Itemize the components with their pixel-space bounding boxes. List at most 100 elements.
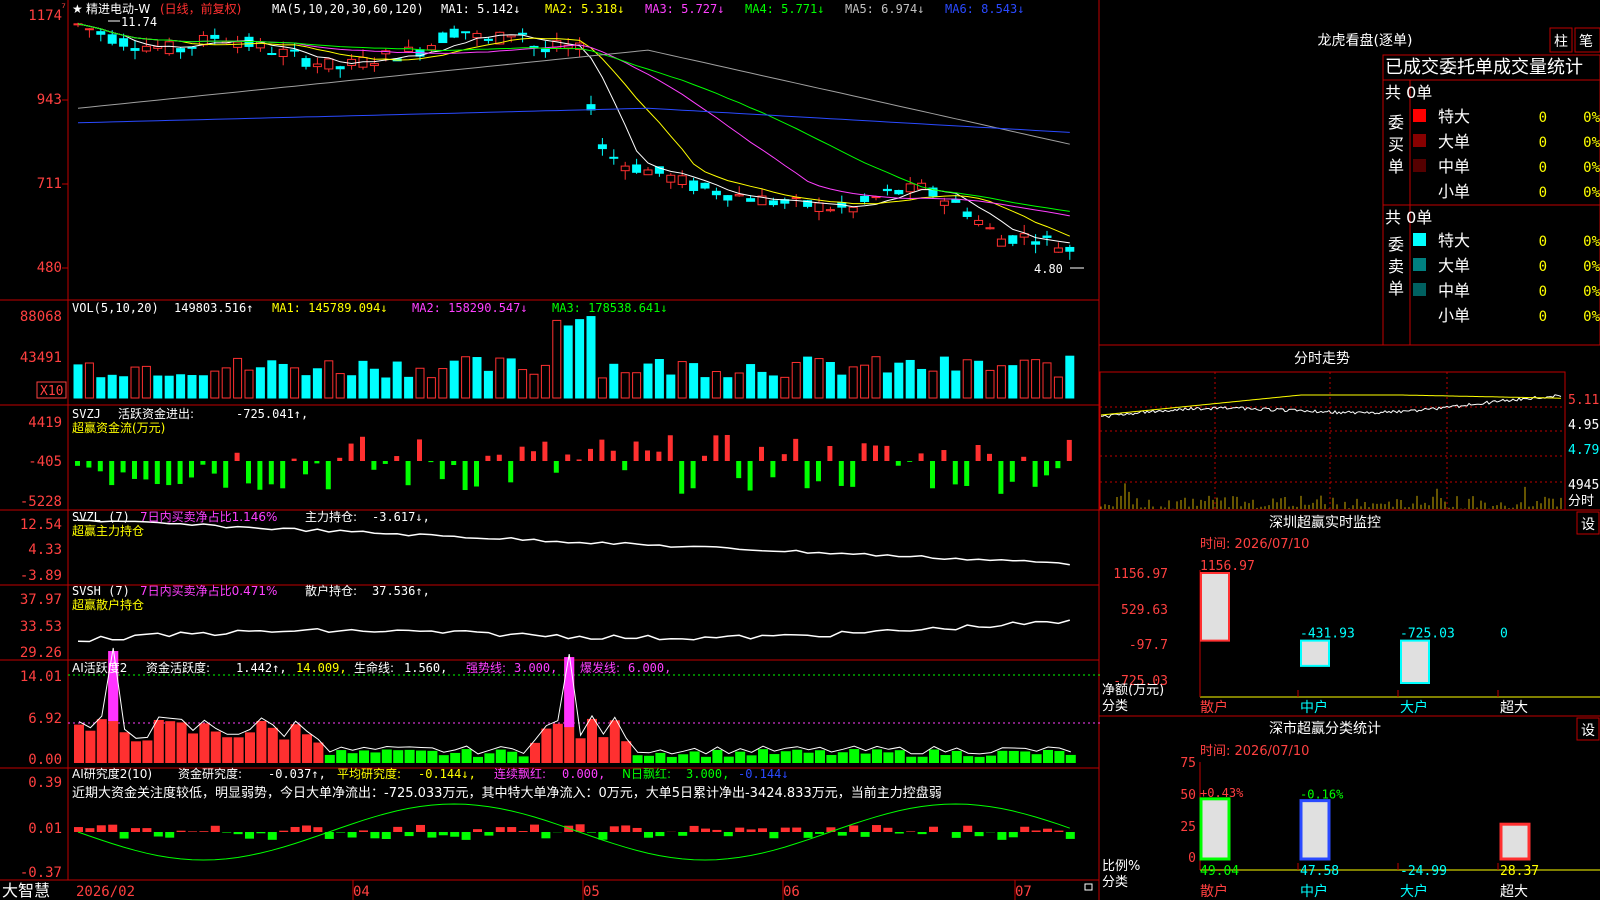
research-bar	[96, 825, 106, 832]
fund-bar	[143, 461, 149, 480]
research-bar	[849, 825, 859, 832]
volume-bar	[609, 363, 619, 399]
classify-category: 大户	[1400, 883, 1428, 900]
classify-bars[interactable]: 49.04 +0.43% 散户 47.58 -0.16% 中户 -24.99 大户 28.37 超…	[1199, 786, 1539, 900]
svzj-label: 活跃资金进出:	[118, 406, 194, 421]
row-name: 大单	[1438, 132, 1470, 151]
volume-bar	[529, 373, 539, 399]
volume-bar	[985, 369, 995, 399]
active-bar	[324, 754, 335, 763]
monitor-value-label: 0	[1500, 627, 1508, 642]
classify-settings-label[interactable]: 设	[1581, 723, 1595, 739]
volume-bar	[369, 368, 379, 399]
research-bar	[1043, 828, 1052, 832]
monitor-bars[interactable]: 1156.97 散户 -431.93 中户 -725.03 大户 0 超大	[1200, 559, 1528, 716]
intraday-panel[interactable]: 分时走势 5.110 4.950 4.790 4945 分时	[1100, 351, 1600, 509]
research-bar	[883, 827, 893, 832]
row-swatch	[1413, 159, 1426, 172]
row-qty: 0	[1539, 234, 1547, 250]
svsh-panel[interactable]: SVSH (7) 7日内买卖净占比0.471% 散户持仓: 37.536↑, 超…	[20, 583, 1071, 661]
price-panel[interactable]: ★ 精进电动-W (日线，前复权) MA(5,10,20,30,60,120) …	[28, 1, 1084, 276]
ai-research-panel[interactable]: AI研究度2(10) 资金研究度: -0.037↑, 平均研究度: -0.144…	[20, 766, 1075, 881]
research-bar	[461, 832, 471, 840]
volume-bar	[768, 375, 778, 399]
candle	[677, 175, 687, 186]
volume-bar	[198, 375, 208, 399]
volume-bar	[746, 364, 756, 399]
volume-bar	[894, 362, 904, 399]
active-bar	[473, 756, 483, 763]
classify-panel[interactable]: 深市超赢分类统计 设 时间: 2026/07/10 75 50 25 0 比例%…	[1102, 717, 1600, 900]
fund-bar	[838, 461, 844, 486]
fund-bar	[223, 461, 229, 488]
active-bar	[621, 741, 632, 763]
monitor-value-label: 1156.97	[1200, 559, 1255, 574]
active-bar	[290, 724, 301, 763]
fund-bar	[474, 461, 479, 487]
volume-bar	[164, 375, 174, 399]
volume-bar	[677, 361, 687, 399]
research-bar	[678, 832, 688, 836]
active-bar	[986, 755, 996, 763]
active-bar	[940, 755, 951, 763]
research-label: 资金研究度:	[178, 766, 242, 781]
active-bar	[85, 730, 96, 763]
candle	[894, 189, 904, 195]
active-bar	[74, 724, 84, 763]
star-icon[interactable]: ★	[72, 2, 83, 16]
fund-bar	[679, 461, 685, 494]
ai-active-panel[interactable]: AI活跃度2 资金活跃度: 1.442↑, 14.009, 生命线: 1.560…	[20, 647, 1100, 768]
candle	[141, 45, 151, 52]
active-bar	[1031, 754, 1042, 763]
research-bar	[963, 825, 973, 832]
stock-title[interactable]: 精进电动-W	[86, 2, 150, 16]
fund-bar	[97, 461, 103, 472]
volume-bar	[324, 360, 334, 399]
volume-bar	[689, 363, 699, 399]
fund-bar	[747, 461, 753, 491]
svzl-value: -3.617↓,	[372, 510, 430, 524]
svzj-header: SVZJ	[72, 407, 101, 421]
realtime-monitor-panel[interactable]: 深圳超赢实时监控 设 时间: 2026/07/10 1156.97 529.63…	[1102, 511, 1600, 716]
active-bar	[849, 749, 860, 763]
fund-bar	[656, 451, 662, 461]
svzl-panel[interactable]: SVZL (7) 7日内买卖净占比1.146% 主力持仓: -3.617↓, 超…	[20, 509, 1070, 584]
volume-panel[interactable]: VOL(5,10,20) 149803.516↑ MA1: 145789.094…	[20, 301, 1075, 399]
research-comment: 近期大资金关注度较低，明显弱势，今日大单净流出：-725.033万元，其中特大单…	[72, 785, 942, 801]
fund-bar	[565, 454, 571, 461]
research-bar	[176, 830, 186, 832]
intraday-avg-line	[1100, 394, 1561, 416]
research-bar	[1054, 830, 1064, 832]
chart-mode[interactable]: (日线，前复权)	[160, 1, 241, 16]
svzj-panel[interactable]: SVZJ 活跃资金进出: -725.041↑, 超赢资金流(万元) 4419 -…	[20, 406, 1072, 510]
research-bar	[131, 828, 140, 832]
svzl-label2: 主力持仓:	[305, 509, 357, 524]
active-bar	[917, 756, 928, 763]
fund-bar	[417, 439, 422, 461]
ai-tick: 14.01	[20, 669, 62, 685]
svzl-header: SVZL (7)	[72, 510, 130, 524]
row-swatch	[1413, 258, 1426, 271]
active-bar	[450, 752, 461, 763]
active-bar	[176, 722, 187, 763]
row-swatch	[1413, 109, 1426, 122]
candlestick-series[interactable]	[73, 22, 1075, 260]
bar-mode-label[interactable]: 柱	[1554, 34, 1568, 50]
volume-bar	[996, 365, 1006, 399]
dragon-tiger-panel[interactable]: 龙虎看盘(逐单) 柱 笔 已成交委托单成交量统计 共 0单 共 0单 委买单 委…	[1318, 27, 1600, 325]
row-pct: 0%	[1583, 284, 1600, 300]
research-bar	[507, 827, 517, 832]
tick-mode-label[interactable]: 笔	[1579, 34, 1593, 50]
classify-value-label: -24.99	[1400, 864, 1447, 879]
research-v5: -0.144↓	[738, 767, 789, 781]
monitor-settings-label[interactable]: 设	[1581, 517, 1595, 533]
research-bar	[769, 832, 779, 839]
active-bar	[963, 756, 974, 763]
buy-rows: 特大 0 0% 大单 0 0% 中单 0 0% 小单 0 0%	[1413, 107, 1600, 201]
lock-icon[interactable]	[1084, 883, 1093, 891]
min-price-marker: 4.80	[1034, 262, 1063, 276]
volume-bar	[1053, 376, 1063, 399]
research-bar	[872, 825, 881, 832]
research-bar	[894, 832, 904, 834]
active-bar	[484, 753, 495, 763]
